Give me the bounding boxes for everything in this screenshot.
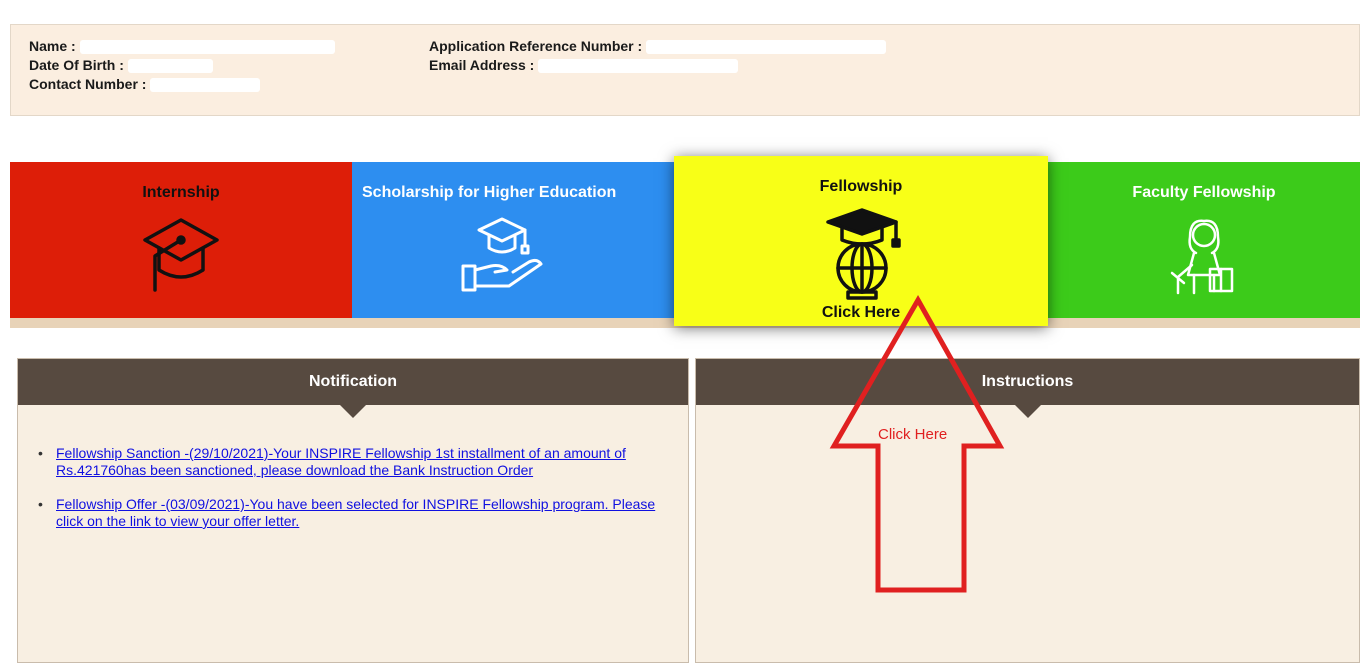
header-notch bbox=[1014, 405, 1041, 418]
app-ref-label: Application Reference Number : bbox=[429, 38, 643, 54]
list-item: Fellowship Offer -(03/09/2021)-You have … bbox=[38, 496, 663, 530]
profile-panel: Name : Date Of Birth : Contact Number : … bbox=[10, 24, 1360, 116]
redacted-email bbox=[538, 59, 739, 74]
teacher-icon bbox=[1164, 217, 1244, 302]
tile-internship-title: Internship bbox=[142, 184, 220, 201]
tile-faculty-fellowship[interactable]: Faculty Fellowship bbox=[1048, 162, 1360, 318]
notification-panel: Notification Fellowship Sanction -(29/10… bbox=[17, 358, 689, 663]
redacted-name bbox=[79, 40, 335, 55]
email-row: Email Address : bbox=[429, 57, 739, 74]
contact-row: Contact Number : bbox=[29, 76, 261, 93]
tile-fellowship[interactable]: Fellowship Click Here bbox=[674, 156, 1048, 326]
name-label: Name : bbox=[29, 38, 76, 54]
notification-link[interactable]: Fellowship Offer -(03/09/2021)-You have … bbox=[56, 496, 655, 529]
redacted-app-ref bbox=[646, 40, 887, 55]
notification-header: Notification bbox=[18, 359, 688, 418]
redacted-contact bbox=[150, 78, 261, 93]
dob-label: Date Of Birth : bbox=[29, 57, 124, 73]
redacted-dob bbox=[127, 59, 213, 74]
fellowship-click-here[interactable]: Click Here bbox=[674, 304, 1048, 322]
dob-row: Date Of Birth : bbox=[29, 57, 213, 74]
globe-cap-icon bbox=[822, 206, 912, 307]
contact-label: Contact Number : bbox=[29, 76, 147, 92]
instructions-header: Instructions bbox=[696, 359, 1359, 418]
tile-scholarship-title: Scholarship for Higher Education bbox=[362, 184, 617, 201]
scholarship-hand-icon bbox=[457, 214, 547, 299]
tile-fellowship-title: Fellowship bbox=[819, 178, 903, 195]
notification-title: Notification bbox=[309, 373, 397, 390]
notification-list: Fellowship Sanction -(29/10/2021)-Your I… bbox=[38, 445, 663, 547]
name-row: Name : bbox=[29, 38, 335, 55]
email-label: Email Address : bbox=[429, 57, 535, 73]
annotation-click-here-label: Click Here bbox=[878, 426, 948, 443]
tile-faculty-title: Faculty Fellowship bbox=[1132, 184, 1276, 201]
graduation-cap-icon bbox=[141, 212, 221, 302]
instructions-title: Instructions bbox=[981, 373, 1074, 390]
notification-link[interactable]: Fellowship Sanction -(29/10/2021)-Your I… bbox=[56, 445, 626, 478]
tile-internship[interactable]: Internship bbox=[10, 162, 352, 318]
tile-scholarship[interactable]: Scholarship for Higher Education bbox=[352, 162, 684, 318]
list-item: Fellowship Sanction -(29/10/2021)-Your I… bbox=[38, 445, 663, 479]
instructions-panel: Instructions bbox=[695, 358, 1360, 663]
header-notch bbox=[340, 405, 366, 418]
app-ref-row: Application Reference Number : bbox=[429, 38, 887, 55]
